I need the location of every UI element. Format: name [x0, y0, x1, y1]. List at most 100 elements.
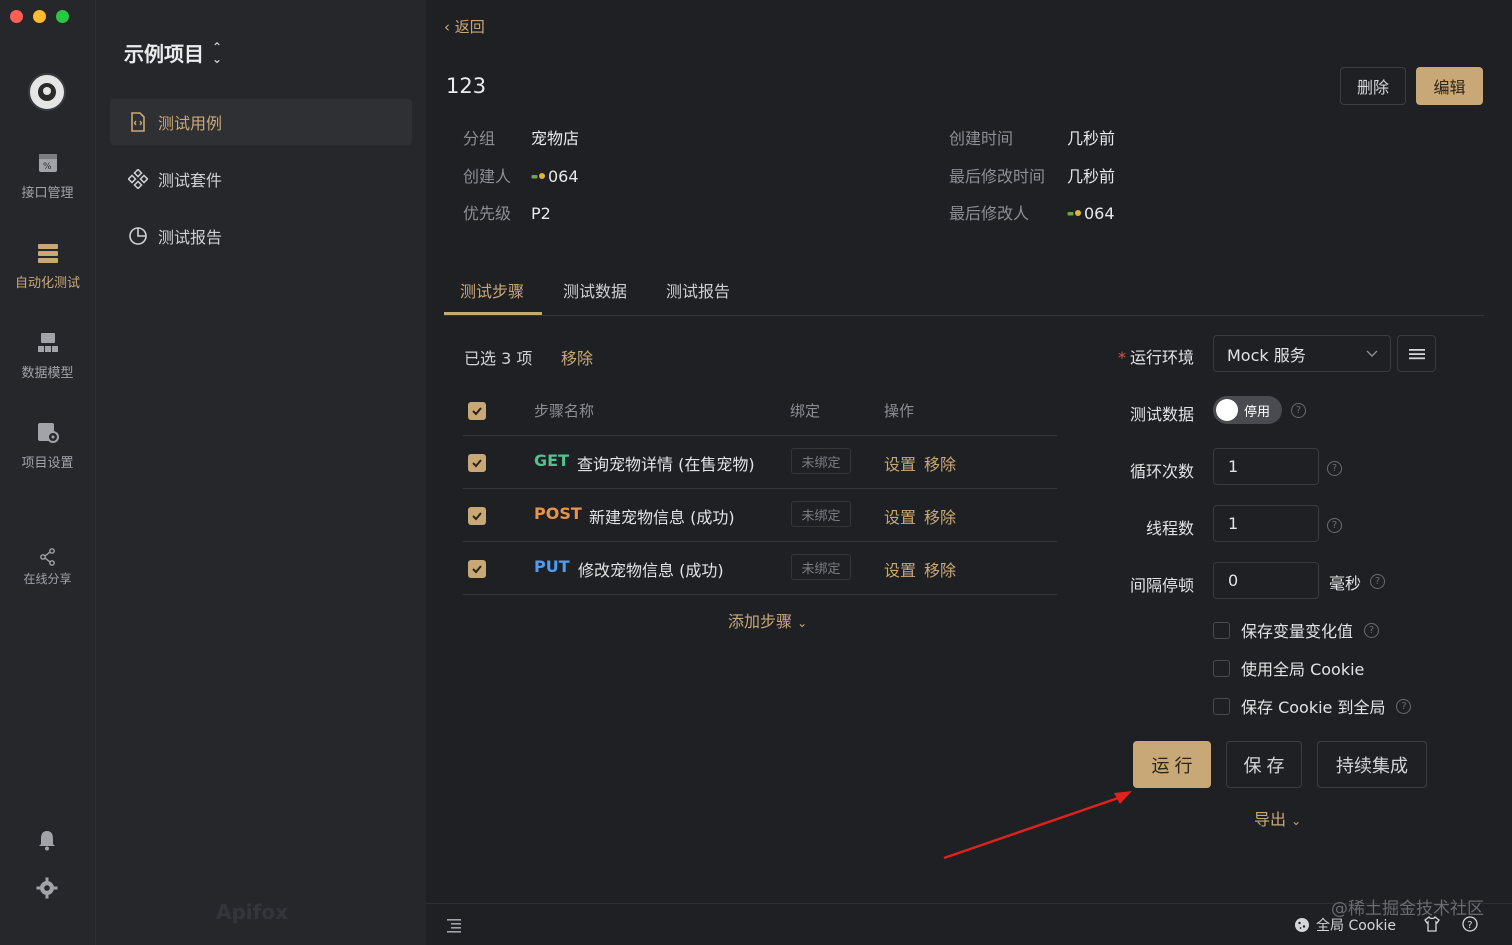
project-sidebar: 示例项目 ⌃ ⌄ 测试用例 测试套件 测试报告 Apifox	[95, 0, 426, 945]
project-switcher[interactable]: 示例项目 ⌃ ⌄	[124, 38, 222, 67]
export-button[interactable]: 导出 ⌄	[1254, 806, 1301, 830]
env-select-value: Mock 服务	[1227, 345, 1306, 365]
minimize-window-button[interactable]	[33, 10, 46, 23]
export-label: 导出	[1254, 810, 1287, 829]
outline-toggle-icon[interactable]	[446, 917, 462, 933]
meta-key: 创建时间	[949, 129, 1014, 148]
rail-item-api-management[interactable]: % 接口管理	[0, 152, 95, 201]
hamburger-menu-icon	[1408, 348, 1425, 359]
close-window-button[interactable]	[10, 10, 23, 23]
row-checkbox[interactable]	[468, 507, 486, 525]
save-button[interactable]: 保 存	[1226, 741, 1302, 788]
meta-group: 分组 宠物店	[463, 125, 579, 149]
method-badge-get: GET	[534, 451, 569, 470]
api-management-icon: %	[38, 154, 57, 172]
data-model-icon	[37, 333, 58, 352]
option-save-cookie[interactable]: 保存 Cookie 到全局?	[1213, 694, 1412, 718]
tab-test-data[interactable]: 测试数据	[563, 278, 627, 302]
option-label: 保存变量变化值	[1241, 622, 1354, 641]
meta-key: 优先级	[463, 204, 512, 223]
help-icon[interactable]: ?	[1364, 622, 1380, 638]
bind-status[interactable]: 未绑定	[791, 501, 851, 527]
gear-icon[interactable]	[36, 877, 58, 899]
edit-button[interactable]: 编辑	[1416, 67, 1483, 105]
rail-item-label: 在线分享	[23, 572, 72, 586]
step-remove-link[interactable]: 移除	[924, 451, 956, 475]
add-step-button[interactable]: 添加步骤 ⌄	[728, 608, 807, 632]
column-header-ops: 操作	[884, 402, 915, 420]
toggle-label: 停用	[1244, 405, 1271, 420]
project-settings-icon	[37, 423, 59, 443]
step-set-link[interactable]: 设置	[884, 451, 916, 475]
sidebar-item-test-reports[interactable]: 测试报告	[110, 213, 412, 259]
env-menu-button[interactable]	[1397, 335, 1436, 372]
row-checkbox[interactable]	[468, 454, 486, 472]
rail-item-share[interactable]: 在线分享	[0, 548, 95, 587]
meta-value: P2	[531, 204, 551, 223]
step-set-link[interactable]: 设置	[884, 504, 916, 528]
sidebar-item-label: 测试套件	[158, 171, 223, 190]
back-link[interactable]: ‹ 返回	[444, 16, 485, 37]
tab-test-steps[interactable]: 测试步骤	[460, 278, 524, 302]
option-global-cookie[interactable]: 使用全局 Cookie	[1213, 656, 1364, 680]
sidebar-item-test-cases[interactable]: 测试用例	[110, 99, 412, 145]
meta-key: 创建人	[463, 167, 512, 186]
checkbox[interactable]	[1213, 621, 1230, 639]
step-name[interactable]: 查询宠物详情 (在售宠物)	[577, 451, 755, 475]
step-name[interactable]: 新建宠物信息 (成功)	[589, 504, 735, 528]
step-set-link[interactable]: 设置	[884, 557, 916, 581]
option-save-variables[interactable]: 保存变量变化值?	[1213, 618, 1380, 642]
threads-label: 线程数	[1145, 519, 1194, 538]
step-remove-link[interactable]: 移除	[924, 504, 956, 528]
bulk-remove-link[interactable]: 移除	[561, 345, 593, 369]
method-badge-post: POST	[534, 504, 582, 523]
rail-item-label: 自动化测试	[14, 276, 80, 291]
loop-count-input[interactable]: 1	[1213, 448, 1319, 485]
run-button[interactable]: 运 行	[1133, 741, 1211, 788]
ci-button[interactable]: 持续集成	[1317, 741, 1427, 788]
meta-key: 最后修改时间	[949, 167, 1046, 186]
help-icon[interactable]: ?	[1396, 698, 1412, 714]
help-icon[interactable]: ?	[1370, 574, 1385, 589]
bind-status[interactable]: 未绑定	[791, 448, 851, 474]
rail-item-data-model[interactable]: 数据模型	[0, 332, 95, 381]
threads-input[interactable]: 1	[1213, 505, 1319, 542]
avatar[interactable]	[28, 73, 66, 111]
interval-input[interactable]: 0	[1213, 562, 1319, 599]
page-title: 123	[446, 74, 487, 98]
rail-item-automation-test[interactable]: 自动化测试	[0, 242, 95, 291]
sidebar-item-test-suites[interactable]: 测试套件	[110, 156, 412, 202]
meta-value: 宠物店	[531, 129, 580, 148]
test-data-toggle[interactable]: 停用	[1213, 396, 1282, 424]
toggle-knob	[1216, 399, 1238, 421]
checkbox[interactable]	[1213, 659, 1230, 677]
step-remove-link[interactable]: 移除	[924, 557, 956, 581]
column-header-name: 步骤名称	[534, 402, 595, 420]
help-icon[interactable]: ?	[1327, 461, 1342, 476]
row-checkbox[interactable]	[468, 560, 486, 578]
sidebar-item-label: 测试报告	[158, 228, 223, 247]
bell-icon[interactable]	[36, 829, 58, 851]
meta-value: 几秒前	[1067, 129, 1116, 148]
checkbox[interactable]	[1213, 697, 1230, 715]
env-select[interactable]: Mock 服务	[1213, 335, 1391, 372]
delete-button[interactable]: 删除	[1340, 67, 1406, 105]
window-controls	[10, 10, 69, 23]
tab-test-report[interactable]: 测试报告	[666, 278, 730, 302]
rail-item-label: 数据模型	[21, 366, 74, 381]
row-divider	[463, 541, 1057, 542]
maximize-window-button[interactable]	[56, 10, 69, 23]
share-icon	[39, 548, 55, 566]
rail-item-project-settings[interactable]: 项目设置	[0, 422, 95, 471]
bind-status[interactable]: 未绑定	[791, 554, 851, 580]
test-data-label: 测试数据	[1129, 405, 1194, 424]
rail-item-label: 项目设置	[21, 456, 74, 471]
row-divider	[463, 435, 1057, 436]
help-icon[interactable]: ?	[1291, 403, 1306, 418]
help-icon[interactable]: ?	[1327, 518, 1342, 533]
select-all-checkbox[interactable]	[468, 402, 486, 420]
step-name[interactable]: 修改宠物信息 (成功)	[578, 557, 724, 581]
automation-test-icon	[37, 244, 58, 263]
env-label-text: 运行环境	[1129, 348, 1194, 367]
checkmark-icon	[472, 565, 482, 574]
